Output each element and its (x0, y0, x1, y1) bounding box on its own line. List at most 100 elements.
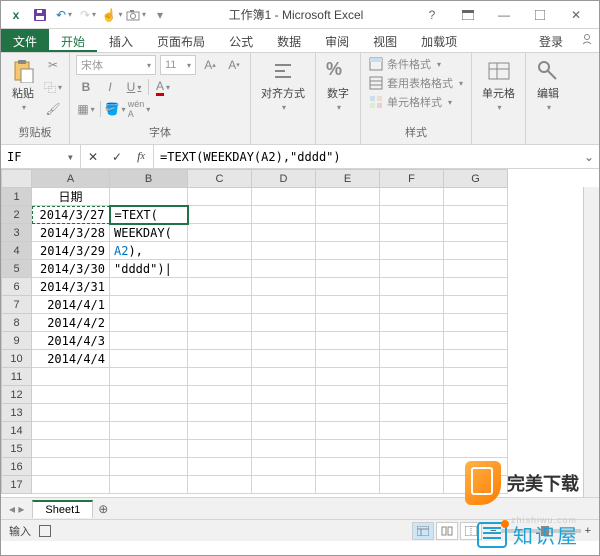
col-header-B[interactable]: B (110, 170, 188, 188)
macro-record-icon[interactable] (39, 525, 51, 537)
cell-E9[interactable] (316, 332, 380, 350)
cell-E12[interactable] (316, 386, 380, 404)
cell-B5[interactable]: "dddd")| (110, 260, 188, 278)
cell-G11[interactable] (444, 368, 508, 386)
cell-E16[interactable] (316, 458, 380, 476)
row-header-1[interactable]: 1 (2, 188, 32, 206)
sheet-tab-sheet1[interactable]: Sheet1 (32, 500, 93, 518)
cell-B3[interactable]: WEEKDAY( (110, 224, 188, 242)
font-name-combo[interactable]: 宋体▾ (76, 55, 156, 75)
cell-D14[interactable] (252, 422, 316, 440)
border-icon[interactable]: ▦▾ (76, 99, 96, 119)
cell-E1[interactable] (316, 188, 380, 206)
cell-D6[interactable] (252, 278, 316, 296)
table-format-button[interactable]: 套用表格格式▾ (367, 74, 465, 92)
cell-G2[interactable] (444, 206, 508, 224)
underline-icon[interactable]: U▾ (124, 77, 144, 97)
col-header-C[interactable]: C (188, 170, 252, 188)
cell-A4[interactable]: 2014/3/29 (32, 242, 110, 260)
ribbon-display-button[interactable] (453, 5, 483, 25)
cell-A15[interactable] (32, 440, 110, 458)
cell-E4[interactable] (316, 242, 380, 260)
paste-button[interactable]: 粘贴 ▾ (7, 55, 39, 116)
cell-E3[interactable] (316, 224, 380, 242)
tab-view[interactable]: 视图 (361, 29, 409, 52)
editing-button[interactable]: 编辑 ▾ (532, 55, 564, 116)
cell-C14[interactable] (188, 422, 252, 440)
cell-G14[interactable] (444, 422, 508, 440)
cell-E8[interactable] (316, 314, 380, 332)
cell-B13[interactable] (110, 404, 188, 422)
cell-E6[interactable] (316, 278, 380, 296)
row-header-11[interactable]: 11 (2, 368, 32, 386)
copy-icon[interactable]: ⿻▾ (43, 77, 63, 97)
cell-C8[interactable] (188, 314, 252, 332)
cell-E5[interactable] (316, 260, 380, 278)
spreadsheet-grid[interactable]: ABCDEFG1日期22014/3/27=TEXT(32014/3/28WEEK… (1, 169, 599, 497)
cell-C15[interactable] (188, 440, 252, 458)
cell-B7[interactable] (110, 296, 188, 314)
format-painter-icon[interactable]: 🖌 (43, 99, 63, 119)
row-header-12[interactable]: 12 (2, 386, 32, 404)
cell-B12[interactable] (110, 386, 188, 404)
cell-C10[interactable] (188, 350, 252, 368)
cell-E14[interactable] (316, 422, 380, 440)
cell-styles-button[interactable]: 单元格样式▾ (367, 93, 465, 111)
cell-C4[interactable] (188, 242, 252, 260)
cell-B15[interactable] (110, 440, 188, 458)
cell-F15[interactable] (380, 440, 444, 458)
cell-A3[interactable]: 2014/3/28 (32, 224, 110, 242)
cell-B9[interactable] (110, 332, 188, 350)
row-header-16[interactable]: 16 (2, 458, 32, 476)
cell-D12[interactable] (252, 386, 316, 404)
font-size-combo[interactable]: 11▾ (160, 55, 196, 75)
col-header-G[interactable]: G (444, 170, 508, 188)
cell-B16[interactable] (110, 458, 188, 476)
cell-G12[interactable] (444, 386, 508, 404)
qat-undo-icon[interactable]: ↶▾ (53, 4, 75, 26)
cell-B1[interactable] (110, 188, 188, 206)
cell-B4[interactable]: A2), (110, 242, 188, 260)
cell-G13[interactable] (444, 404, 508, 422)
cell-G6[interactable] (444, 278, 508, 296)
cell-B17[interactable] (110, 476, 188, 494)
cell-A14[interactable] (32, 422, 110, 440)
cell-F10[interactable] (380, 350, 444, 368)
cell-F12[interactable] (380, 386, 444, 404)
cell-G9[interactable] (444, 332, 508, 350)
increase-font-icon[interactable]: A▴ (200, 55, 220, 75)
cell-F5[interactable] (380, 260, 444, 278)
cell-C11[interactable] (188, 368, 252, 386)
vertical-scrollbar[interactable] (583, 187, 599, 497)
name-box[interactable]: IF ▾ (1, 145, 81, 168)
cell-D4[interactable] (252, 242, 316, 260)
cell-F3[interactable] (380, 224, 444, 242)
cell-B6[interactable] (110, 278, 188, 296)
cell-A17[interactable] (32, 476, 110, 494)
cell-C12[interactable] (188, 386, 252, 404)
signin-user-icon[interactable] (575, 29, 599, 52)
bold-icon[interactable]: B (76, 77, 96, 97)
cell-A9[interactable]: 2014/4/3 (32, 332, 110, 350)
cell-G7[interactable] (444, 296, 508, 314)
maximize-button[interactable] (525, 5, 555, 25)
view-page-layout-button[interactable] (436, 522, 458, 540)
qat-customize-icon[interactable]: ▾ (149, 4, 171, 26)
enter-formula-button[interactable]: ✓ (105, 150, 129, 164)
app-icon[interactable]: x (5, 4, 27, 26)
cell-F7[interactable] (380, 296, 444, 314)
cell-B14[interactable] (110, 422, 188, 440)
cell-D5[interactable] (252, 260, 316, 278)
row-header-5[interactable]: 5 (2, 260, 32, 278)
fill-color-icon[interactable]: 🪣▾ (105, 99, 125, 119)
add-sheet-button[interactable]: ⊕ (93, 502, 113, 516)
help-button[interactable]: ? (417, 5, 447, 25)
cell-A12[interactable] (32, 386, 110, 404)
cell-F9[interactable] (380, 332, 444, 350)
cell-A7[interactable]: 2014/4/1 (32, 296, 110, 314)
tab-file[interactable]: 文件 (1, 29, 49, 52)
tab-formulas[interactable]: 公式 (217, 29, 265, 52)
decrease-font-icon[interactable]: A▾ (224, 55, 244, 75)
cell-C2[interactable] (188, 206, 252, 224)
qat-redo-icon[interactable]: ↷▾ (77, 4, 99, 26)
